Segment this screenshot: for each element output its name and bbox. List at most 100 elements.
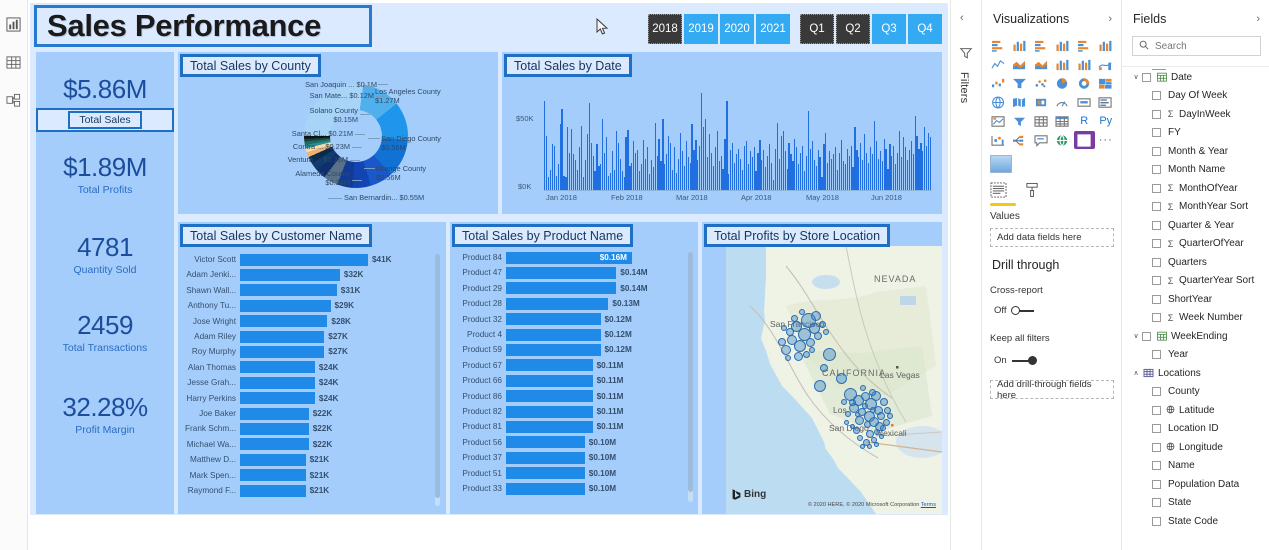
- paginated-report-icon[interactable]: [1074, 131, 1095, 149]
- map-bubble[interactable]: [781, 325, 787, 331]
- date-bar[interactable]: [930, 137, 932, 190]
- field-checkbox[interactable]: [1152, 109, 1161, 119]
- kpi-card-total-transactions[interactable]: 2459 Total Transactions: [36, 310, 174, 354]
- bar-row[interactable]: Product 47 $0.14M: [450, 265, 690, 280]
- bar-fill[interactable]: [506, 420, 593, 433]
- keep-all-filters-toggle[interactable]: On: [994, 355, 1037, 366]
- field-checkbox[interactable]: [1152, 183, 1161, 193]
- map-bubble[interactable]: [794, 340, 806, 352]
- bar-row[interactable]: Jose Wright $28K: [178, 314, 438, 329]
- field-item-population-data[interactable]: Population Data: [1122, 475, 1269, 494]
- map-terms-link[interactable]: Terms: [921, 502, 936, 508]
- table-icon[interactable]: [1031, 112, 1052, 130]
- waterfall-chart-icon[interactable]: [988, 74, 1009, 92]
- bar-fill[interactable]: [506, 467, 585, 480]
- bar-row[interactable]: Product 37 $0.10M: [450, 450, 690, 465]
- bar-fill[interactable]: [240, 407, 309, 420]
- multi-row-card-icon[interactable]: [1096, 93, 1117, 111]
- field-checkbox[interactable]: [1152, 276, 1161, 286]
- field-item-month-year[interactable]: Month & Year: [1122, 142, 1269, 161]
- gauge-icon[interactable]: [1053, 93, 1074, 111]
- map-bubble[interactable]: [845, 411, 851, 417]
- line-stacked-column-icon[interactable]: [1053, 55, 1074, 73]
- bar-row[interactable]: Adam Jenki... $32K: [178, 267, 438, 282]
- bar-row[interactable]: Roy Murphy $27K: [178, 344, 438, 359]
- map-bubble[interactable]: [778, 338, 786, 346]
- area-chart-icon[interactable]: [1010, 55, 1031, 73]
- 100-stacked-bar-chart-icon[interactable]: [1074, 36, 1095, 54]
- bar-row[interactable]: Harry Perkins $24K: [178, 391, 438, 406]
- fields-tab-icon[interactable]: [990, 182, 1007, 203]
- field-checkbox[interactable]: [1152, 350, 1161, 360]
- bar-row[interactable]: Product 56 $0.10M: [450, 435, 690, 450]
- bar-row[interactable]: Raymond F... $21K: [178, 483, 438, 498]
- field-checkbox[interactable]: [1142, 331, 1151, 341]
- filters-pane-label[interactable]: Filters: [958, 72, 970, 103]
- field-checkbox[interactable]: [1152, 257, 1161, 267]
- map-bubble[interactable]: [862, 403, 868, 409]
- field-item-quarter-year[interactable]: Quarter & Year: [1122, 216, 1269, 235]
- field-checkbox[interactable]: [1152, 479, 1161, 489]
- slicer-quarter-q1[interactable]: Q1: [800, 14, 834, 44]
- filter-icon[interactable]: [959, 46, 973, 65]
- field-item-weekending[interactable]: ∨ WeekEnding: [1122, 327, 1269, 346]
- donut-chart-icon[interactable]: [1074, 74, 1095, 92]
- field-item-dayinweek[interactable]: Σ DayInWeek: [1122, 105, 1269, 124]
- field-item-week-number[interactable]: Σ Week Number: [1122, 309, 1269, 328]
- field-item-location-id[interactable]: Location ID: [1122, 420, 1269, 439]
- field-checkbox[interactable]: [1152, 165, 1161, 175]
- qna-icon[interactable]: [1031, 131, 1052, 149]
- map-bubble[interactable]: [880, 425, 886, 431]
- field-checkbox[interactable]: [1152, 387, 1161, 397]
- kpi-card-total-profits[interactable]: $1.89M Total Profits: [36, 152, 174, 196]
- field-checkbox[interactable]: [1152, 202, 1161, 212]
- r-script-visual-icon[interactable]: R: [1074, 112, 1095, 130]
- stacked-area-chart-icon[interactable]: [1031, 55, 1052, 73]
- field-checkbox[interactable]: [1152, 294, 1161, 304]
- field-item-quarterofyear[interactable]: Σ QuarterOfYear: [1122, 235, 1269, 254]
- bar-row[interactable]: Product 33 $0.10M: [450, 481, 690, 496]
- field-item-date[interactable]: ∨ Date: [1122, 68, 1269, 87]
- bar-row[interactable]: Alan Thomas $24K: [178, 360, 438, 375]
- bar-row[interactable]: Victor Scott $41K: [178, 252, 438, 267]
- matrix-icon[interactable]: [1053, 112, 1074, 130]
- key-influencers-icon[interactable]: [988, 131, 1009, 149]
- line-clustered-column-icon[interactable]: [1074, 55, 1095, 73]
- map-bubble[interactable]: [873, 441, 879, 447]
- kpi-icon[interactable]: [988, 112, 1009, 130]
- bar-row[interactable]: Product 4 $0.12M: [450, 327, 690, 342]
- chevron-down-icon[interactable]: ∨: [1130, 73, 1142, 81]
- field-item-longitude[interactable]: Longitude: [1122, 438, 1269, 457]
- kpi-card-profit-margin[interactable]: 32.28% Profit Margin: [36, 392, 174, 436]
- funnel-chart-icon[interactable]: [1010, 74, 1031, 92]
- scatter-chart-icon[interactable]: [1031, 74, 1052, 92]
- map-bubble[interactable]: [843, 419, 849, 425]
- map-bubble[interactable]: [887, 413, 893, 419]
- bar-row[interactable]: Product 66 $0.11M: [450, 373, 690, 388]
- map-bubble[interactable]: [866, 443, 872, 449]
- values-well[interactable]: Add data fields here: [990, 228, 1114, 247]
- map-bubble[interactable]: [814, 380, 826, 392]
- bar-fill[interactable]: [506, 282, 617, 295]
- arcgis-maps-icon[interactable]: [1053, 131, 1074, 149]
- map-bubble[interactable]: [859, 443, 865, 449]
- bar-row[interactable]: Mark Spen... $21K: [178, 468, 438, 483]
- map-bubble[interactable]: [841, 399, 847, 405]
- slicer-icon[interactable]: [1010, 112, 1031, 130]
- map-bubble[interactable]: [880, 398, 888, 406]
- line-chart-icon[interactable]: [988, 55, 1009, 73]
- bar-row[interactable]: Michael Wa... $22K: [178, 437, 438, 452]
- bar-fill[interactable]: [240, 484, 306, 497]
- cross-report-switch[interactable]: [1010, 305, 1034, 315]
- bar-row[interactable]: Frank Schm... $22K: [178, 421, 438, 436]
- 100-stacked-column-chart-icon[interactable]: [1096, 36, 1117, 54]
- field-item-monthyear-sort[interactable]: Σ MonthYear Sort: [1122, 198, 1269, 217]
- bar-fill[interactable]: [506, 482, 585, 495]
- field-item-year[interactable]: Year: [1122, 346, 1269, 365]
- model-view-icon[interactable]: [4, 90, 24, 110]
- total-profits-by-store-location-visual[interactable]: NEVADA CALIFORNIA San Francisco Las Vega…: [702, 222, 942, 514]
- field-item-locations[interactable]: ∧ Locations: [1122, 364, 1269, 383]
- field-item-state[interactable]: State: [1122, 494, 1269, 513]
- field-checkbox[interactable]: [1152, 424, 1161, 434]
- fields-tree[interactable]: ∨ Date Day Of Week Σ DayInWeek FY Month & Year…: [1122, 68, 1269, 550]
